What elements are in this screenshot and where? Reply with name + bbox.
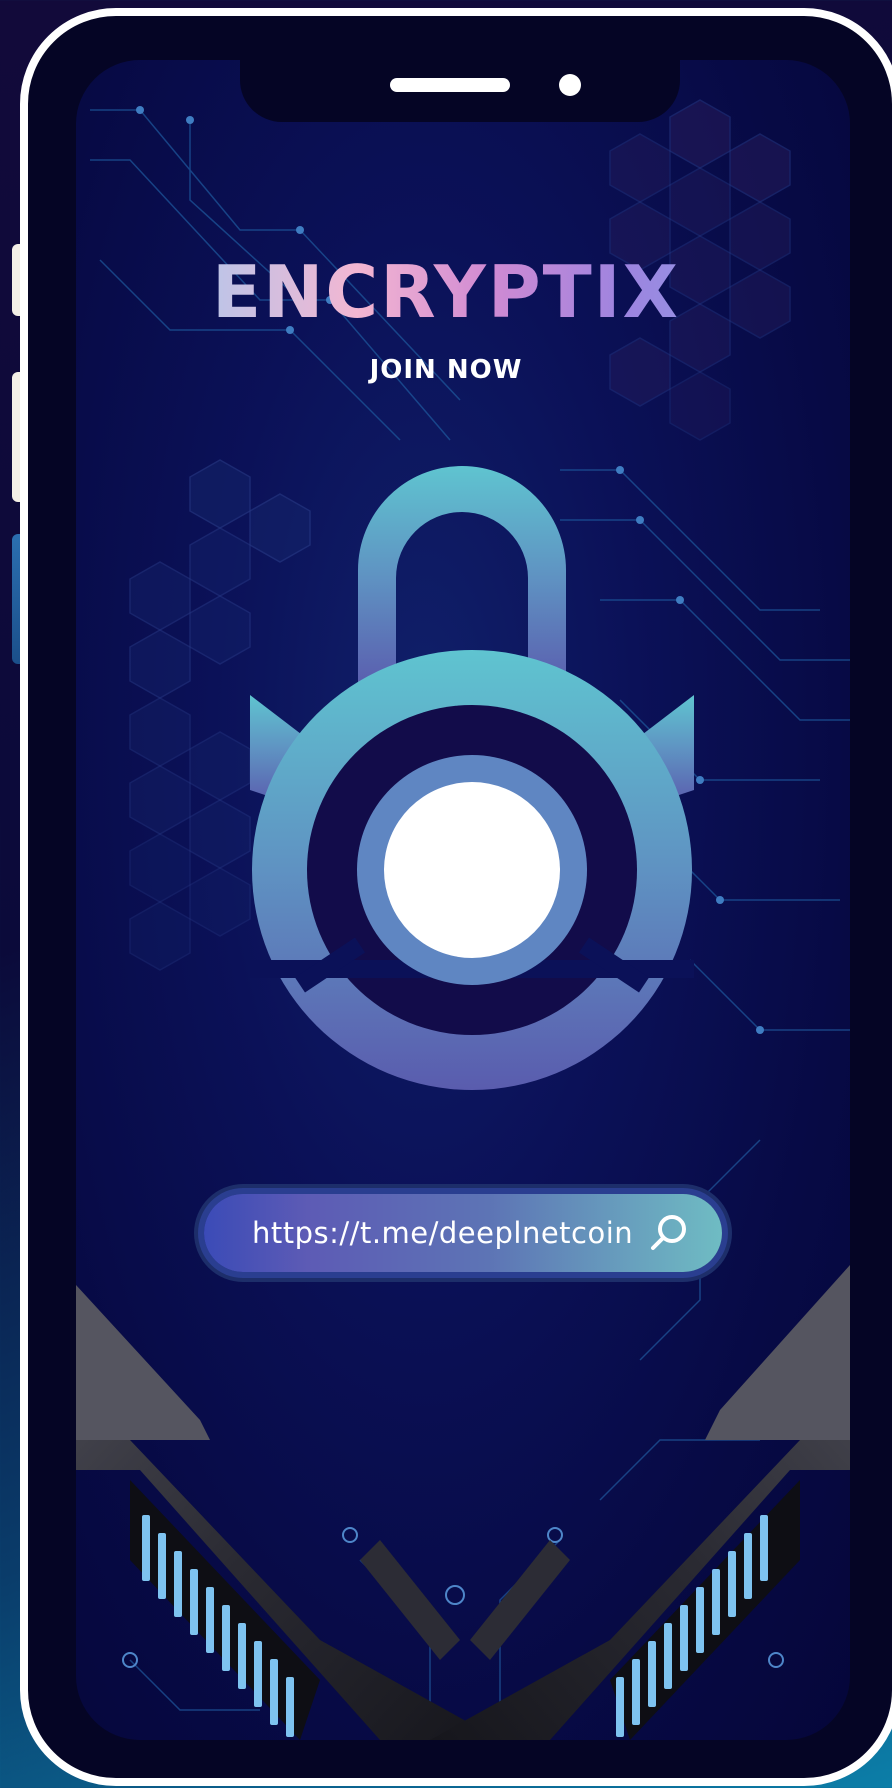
search-icon[interactable]	[646, 1210, 692, 1256]
url-input[interactable]	[252, 1216, 646, 1250]
app-brand-title: ENCRYPTIX	[0, 250, 892, 334]
padlock-icon	[250, 466, 694, 1090]
url-search-bar[interactable]	[204, 1194, 722, 1272]
tech-frame-left	[76, 1285, 500, 1740]
join-now-label[interactable]: JOIN NOW	[0, 355, 892, 385]
